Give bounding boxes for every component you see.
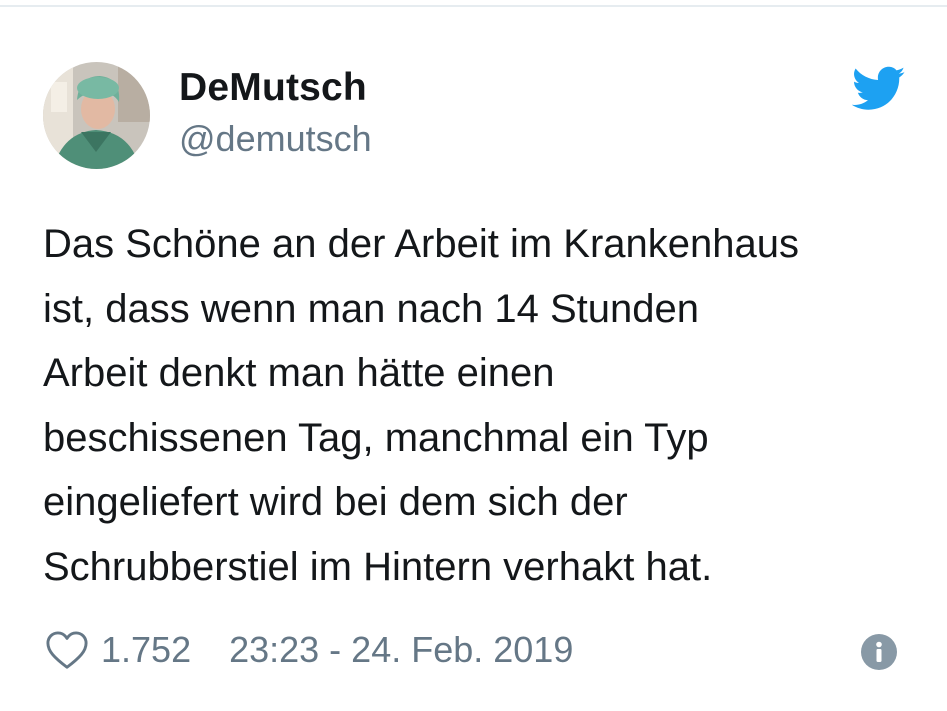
tweet-footer: 1.752 23:23 - 24. Feb. 2019 bbox=[45, 624, 573, 676]
tweet-text: Das Schöne an der Arbeit im Krankenhaus … bbox=[43, 212, 923, 599]
tweet-timestamp[interactable]: 23:23 - 24. Feb. 2019 bbox=[229, 629, 573, 671]
avatar[interactable] bbox=[43, 62, 150, 169]
tweet-text-line: ist, dass wenn man nach 14 Stunden bbox=[43, 286, 699, 331]
tweet-text-line: beschissenen Tag, manchmal ein Typ bbox=[43, 415, 709, 460]
like-count: 1.752 bbox=[101, 629, 192, 670]
avatar-image bbox=[43, 62, 150, 169]
tweet-text-line: Arbeit denkt man hätte einen bbox=[43, 351, 555, 395]
like-button[interactable]: 1.752 bbox=[45, 629, 191, 671]
display-name[interactable]: DeMutsch bbox=[179, 63, 367, 113]
tweet-text-line: eingeliefert wird bei dem sich der bbox=[43, 480, 628, 524]
tweet-text-line: Schrubberstiel im Hintern verhakt hat. bbox=[43, 544, 713, 589]
heart-icon bbox=[46, 631, 88, 669]
user-handle[interactable]: @demutsch bbox=[179, 116, 372, 162]
tweet-card: DeMutsch @demutsch Das Schöne an der Arb… bbox=[0, 0, 947, 711]
tweet-text-line: Das Schöne an der Arbeit im Krankenhaus bbox=[43, 222, 799, 266]
twitter-bird-icon[interactable] bbox=[851, 66, 906, 112]
info-icon[interactable] bbox=[861, 634, 897, 670]
